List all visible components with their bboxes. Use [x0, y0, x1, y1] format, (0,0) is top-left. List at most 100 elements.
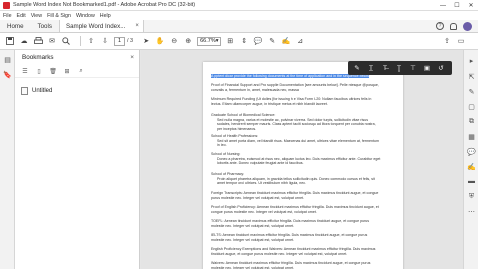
paragraph: TOEFL: Aenean tincidunt maximus efficitu…	[211, 219, 370, 228]
upload-cloud-icon[interactable]: ☁	[19, 36, 29, 46]
save-icon[interactable]	[5, 36, 15, 46]
left-navigation-strip: ▤ 🔖	[0, 50, 15, 269]
export-pdf-icon[interactable]: ⇱	[467, 72, 476, 81]
share-icon[interactable]: ⇪	[442, 36, 452, 46]
right-tools-strip: ▸ ⇱ ✎ ▢ ⧉ ▦ 💬 ✍ ▬ ⛨ ⋯	[463, 50, 478, 269]
search-bookmark-icon[interactable]: ⌕	[77, 67, 85, 75]
menu-fill-sign[interactable]: Fill & Sign	[47, 13, 71, 19]
notifications-icon[interactable]	[450, 22, 457, 30]
paragraph: School of Nursing: Donec a pharetra, eui…	[211, 152, 381, 166]
paragraph-heading: Graduate School of Biomedical Science:	[211, 113, 276, 117]
help-icon[interactable]: ?	[436, 22, 444, 30]
highlight-pen-icon[interactable]: ✎	[353, 64, 361, 72]
comment-icon[interactable]: 💬	[253, 36, 263, 46]
delete-icon[interactable]: 🗑	[49, 67, 57, 75]
bookmarks-header: Bookmarks ×	[15, 50, 139, 65]
organize-pages-icon[interactable]: ▦	[467, 132, 476, 141]
new-bookmark-icon[interactable]: ▯	[35, 67, 43, 75]
paragraph-heading: School of Nursing:	[211, 152, 241, 156]
menu-bar: File Edit View Fill & Sign Window Help	[0, 11, 478, 20]
bookmark-item[interactable]: Untitled	[21, 85, 139, 97]
bookmark-page-icon	[21, 87, 28, 95]
close-window-button[interactable]: ✕	[464, 0, 478, 11]
options-menu-icon[interactable]: ☰	[21, 67, 29, 75]
page-thumbnails-icon[interactable]: ▤	[3, 55, 12, 64]
tab-document-label: Sample Word Index...	[65, 22, 126, 30]
tab-close-icon[interactable]: ×	[135, 23, 139, 29]
page-number-input[interactable]: 1	[114, 36, 125, 46]
next-page-icon[interactable]: ⇩	[100, 36, 110, 46]
tab-bar-right: ?	[436, 20, 478, 32]
sign-icon[interactable]: ✍	[281, 36, 291, 46]
minimize-button[interactable]: —	[436, 0, 450, 11]
zoom-out-icon[interactable]: ⊖	[169, 36, 179, 46]
paragraph-body: Sed sit amet porta diam, vel blandit ris…	[217, 138, 379, 148]
scroll-mode-icon[interactable]: ⇕	[239, 36, 249, 46]
title-bar: Sample Word Index Not Bookmarked1.pdf - …	[0, 0, 478, 11]
paragraph-heading: School of Health Professions:	[211, 134, 259, 138]
bookmark-icon[interactable]: 🔖	[3, 70, 12, 79]
paragraph: Minimum Required Funding (Ut dolies [for…	[211, 97, 372, 106]
close-panel-icon[interactable]: ×	[130, 54, 134, 61]
maximize-button[interactable]: ☐	[450, 0, 464, 11]
menu-edit[interactable]: Edit	[17, 13, 26, 19]
main-toolbar: ☁ ✉ ⇧ ⇩ 1 / 3 ➤ ✋ ⊖ ⊕ 66.7% ▾ ⊞ ⇕ 💬 ✎ ✍ …	[0, 33, 478, 50]
paragraph: Graduate School of Biomedical Science: S…	[211, 113, 381, 131]
chevron-down-icon: ▾	[215, 38, 219, 44]
menu-view[interactable]: View	[31, 13, 42, 19]
previous-page-icon[interactable]: ⇧	[86, 36, 96, 46]
comment-tool-icon[interactable]: 💬	[467, 147, 476, 156]
avatar[interactable]	[463, 21, 472, 31]
create-pdf-icon[interactable]: ▢	[467, 102, 476, 111]
tab-bar: Home Tools Sample Word Index... × ?	[0, 20, 478, 33]
acrobat-logo-icon	[3, 1, 10, 9]
zoom-value: 66.7%	[200, 38, 216, 44]
expand-tools-icon[interactable]: ▸	[467, 56, 476, 65]
tab-tools[interactable]: Tools	[31, 20, 59, 32]
redact-icon[interactable]: ▬	[467, 177, 476, 186]
toolbar-right: ⇪ ▭	[442, 36, 478, 46]
edit-pdf-icon[interactable]: ✎	[467, 87, 476, 96]
bookmarks-panel: Bookmarks × ☰ ▯ 🗑 ⊞ ⌕ Untitled	[15, 50, 140, 269]
strikethrough-icon[interactable]: T̶	[381, 65, 389, 72]
tab-home[interactable]: Home	[0, 20, 31, 32]
underline-icon[interactable]: T̳	[395, 65, 403, 72]
expand-icon[interactable]: ⊞	[63, 67, 71, 75]
print-icon[interactable]	[33, 36, 43, 46]
bookmarks-title: Bookmarks	[22, 54, 54, 61]
menu-help[interactable]: Help	[100, 13, 111, 19]
paragraph-heading: School of Pharmacy:	[211, 172, 245, 176]
paragraph-body: Proin aliquet pharetra aliquam, in gravi…	[217, 176, 375, 186]
comment-bubble-icon[interactable]: ▣	[423, 64, 431, 72]
combine-files-icon[interactable]: ⧉	[467, 117, 476, 126]
menu-file[interactable]: File	[3, 13, 12, 19]
add-text-icon[interactable]: ⊤	[409, 64, 417, 72]
document-viewport[interactable]: A pptent dicar provide the following doc…	[141, 50, 463, 269]
email-icon[interactable]: ✉	[47, 36, 57, 46]
pen-icon[interactable]: ✎	[267, 36, 277, 46]
bookmark-label: Untitled	[32, 88, 53, 94]
stamp-icon[interactable]: ⊿	[295, 36, 305, 46]
paragraph: Proof of English Proficiency: Aenean tin…	[211, 205, 379, 214]
paragraph: Proof of Financial Support and Pro suppl…	[211, 83, 379, 92]
tab-document[interactable]: Sample Word Index... ×	[58, 20, 144, 32]
document-icon[interactable]: ▭	[456, 36, 466, 46]
paragraph-body: Sed nulla magna, varius et molestie ac, …	[217, 117, 376, 131]
menu-window[interactable]: Window	[76, 13, 95, 19]
zoom-select[interactable]: 66.7% ▾	[197, 36, 222, 46]
highlight-text-icon[interactable]: T̲	[367, 65, 375, 72]
window-title: Sample Word Index Not Bookmarked1.pdf - …	[13, 2, 196, 8]
protect-icon[interactable]: ⛨	[467, 192, 476, 201]
markup-toolbar: ✎ T̲ T̶ T̳ ⊤ ▣ ↺	[348, 61, 452, 75]
zoom-in-icon[interactable]: ⊕	[183, 36, 193, 46]
paragraph: School of Pharmacy: Proin aliquet pharet…	[211, 172, 381, 186]
fill-sign-icon[interactable]: ✍	[467, 162, 476, 171]
fit-page-icon[interactable]: ⊞	[225, 36, 235, 46]
paragraph-body: Donec a pharetra, euismod at risus nec, …	[217, 156, 381, 166]
search-icon[interactable]	[61, 36, 71, 46]
toolbar-divider	[80, 36, 81, 46]
select-cursor-icon[interactable]: ➤	[141, 36, 151, 46]
more-tools-icon[interactable]: ⋯	[467, 207, 476, 216]
hand-tool-icon[interactable]: ✋	[155, 36, 165, 46]
undo-icon[interactable]: ↺	[437, 64, 445, 72]
